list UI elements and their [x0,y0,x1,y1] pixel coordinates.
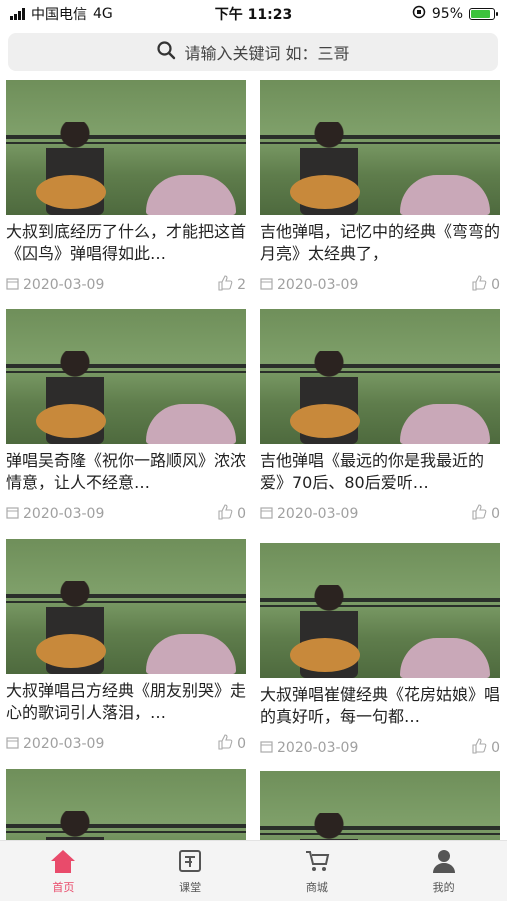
calendar-icon [6,736,19,753]
video-title[interactable]: 吉他弹唱，记忆中的经典《弯弯的月亮》太经典了， [260,221,500,265]
calendar-icon [260,506,273,523]
thumbs-up-icon[interactable] [471,504,487,524]
tab-label: 商城 [305,880,328,894]
video-thumbnail[interactable] [6,769,246,840]
video-thumbnail[interactable] [260,309,500,444]
video-date: 2020-03-09 [277,506,359,522]
calendar-icon [260,277,273,294]
tab-label: 课堂 [179,880,202,894]
tab-home[interactable]: 首页 [0,841,127,901]
cart-icon [303,848,331,877]
video-title[interactable]: 大叔弹唱吕方经典《朋友别哭》走心的歌词引人落泪，… [6,680,246,724]
tab-label: 首页 [52,880,75,894]
video-date: 2020-03-09 [23,506,105,522]
like-count: 0 [491,740,500,756]
tab-mall[interactable]: 商城 [254,841,381,901]
video-thumbnail[interactable] [6,539,246,674]
network-label: 4G [93,6,113,22]
calendar-icon [6,277,19,294]
video-title[interactable]: 大叔弹唱崔健经典《花房姑娘》唱的真好听，每一句都… [260,684,500,728]
video-card[interactable] [6,769,246,840]
thumbs-up-icon[interactable] [217,275,233,295]
like-count: 0 [237,736,246,752]
video-card[interactable]: 大叔弹唱崔健经典《花房姑娘》唱的真好听，每一句都… 2020-03-09 0 [260,543,500,758]
thumbs-up-icon[interactable] [471,275,487,295]
calendar-icon [6,506,19,523]
like-count: 0 [491,277,500,293]
video-thumbnail[interactable] [6,80,246,215]
tab-mine[interactable]: 我的 [380,841,507,901]
thumbs-up-icon[interactable] [471,738,487,758]
video-date: 2020-03-09 [23,277,105,293]
video-card[interactable]: 弹唱吴奇隆《祝你一路顺风》浓浓情意，让人不经意… 2020-03-09 0 [6,309,246,524]
tab-label: 我的 [432,880,455,894]
video-card[interactable]: 吉他弹唱，记忆中的经典《弯弯的月亮》太经典了， 2020-03-09 0 [260,80,500,295]
video-thumbnail[interactable] [260,543,500,678]
video-title[interactable]: 吉他弹唱《最远的你是我最近的爱》70后、80后爱听… [260,450,500,494]
video-card[interactable]: 大叔到底经历了什么，才能把这首《囚鸟》弹唱得如此… 2020-03-09 2 [6,80,246,295]
video-title[interactable]: 弹唱吴奇隆《祝你一路顺风》浓浓情意，让人不经意… [6,450,246,494]
battery-percent: 95% [431,6,463,22]
like-count: 0 [491,506,500,522]
video-thumbnail[interactable] [6,309,246,444]
video-grid: 大叔到底经历了什么，才能把这首《囚鸟》弹唱得如此… 2020-03-09 2 吉… [0,78,507,840]
video-card[interactable]: 吉他弹唱《最远的你是我最近的爱》70后、80后爱听… 2020-03-09 0 [260,309,500,524]
battery-icon [469,8,498,20]
thumbs-up-icon[interactable] [217,734,233,754]
tab-bar: 首页 课堂 商城 我的 [0,840,507,901]
video-card[interactable]: 大叔弹唱吕方经典《朋友别哭》走心的歌词引人落泪，… 2020-03-09 0 [6,539,246,754]
thumbs-up-icon[interactable] [217,504,233,524]
like-count: 2 [237,277,246,293]
calendar-icon [260,740,273,757]
status-bar: 中国电信 4G 下午 11:23 95% [0,0,507,28]
rotation-lock-icon [412,5,426,23]
video-thumbnail[interactable] [260,80,500,215]
tab-classroom[interactable]: 课堂 [127,841,254,901]
carrier-label: 中国电信 [31,7,87,23]
search-placeholder: 请输入关键词 如：三哥 [184,44,350,63]
like-count: 0 [237,506,246,522]
signal-icon [10,8,25,20]
profile-icon [430,848,458,877]
home-icon [49,848,77,877]
video-date: 2020-03-09 [277,277,359,293]
classroom-icon [176,848,204,877]
search-bar[interactable]: 请输入关键词 如：三哥 [8,33,498,71]
video-card[interactable] [260,771,500,840]
search-icon [156,40,176,64]
video-date: 2020-03-09 [23,736,105,752]
video-date: 2020-03-09 [277,740,359,756]
video-thumbnail[interactable] [260,771,500,840]
video-title[interactable]: 大叔到底经历了什么，才能把这首《囚鸟》弹唱得如此… [6,221,246,265]
